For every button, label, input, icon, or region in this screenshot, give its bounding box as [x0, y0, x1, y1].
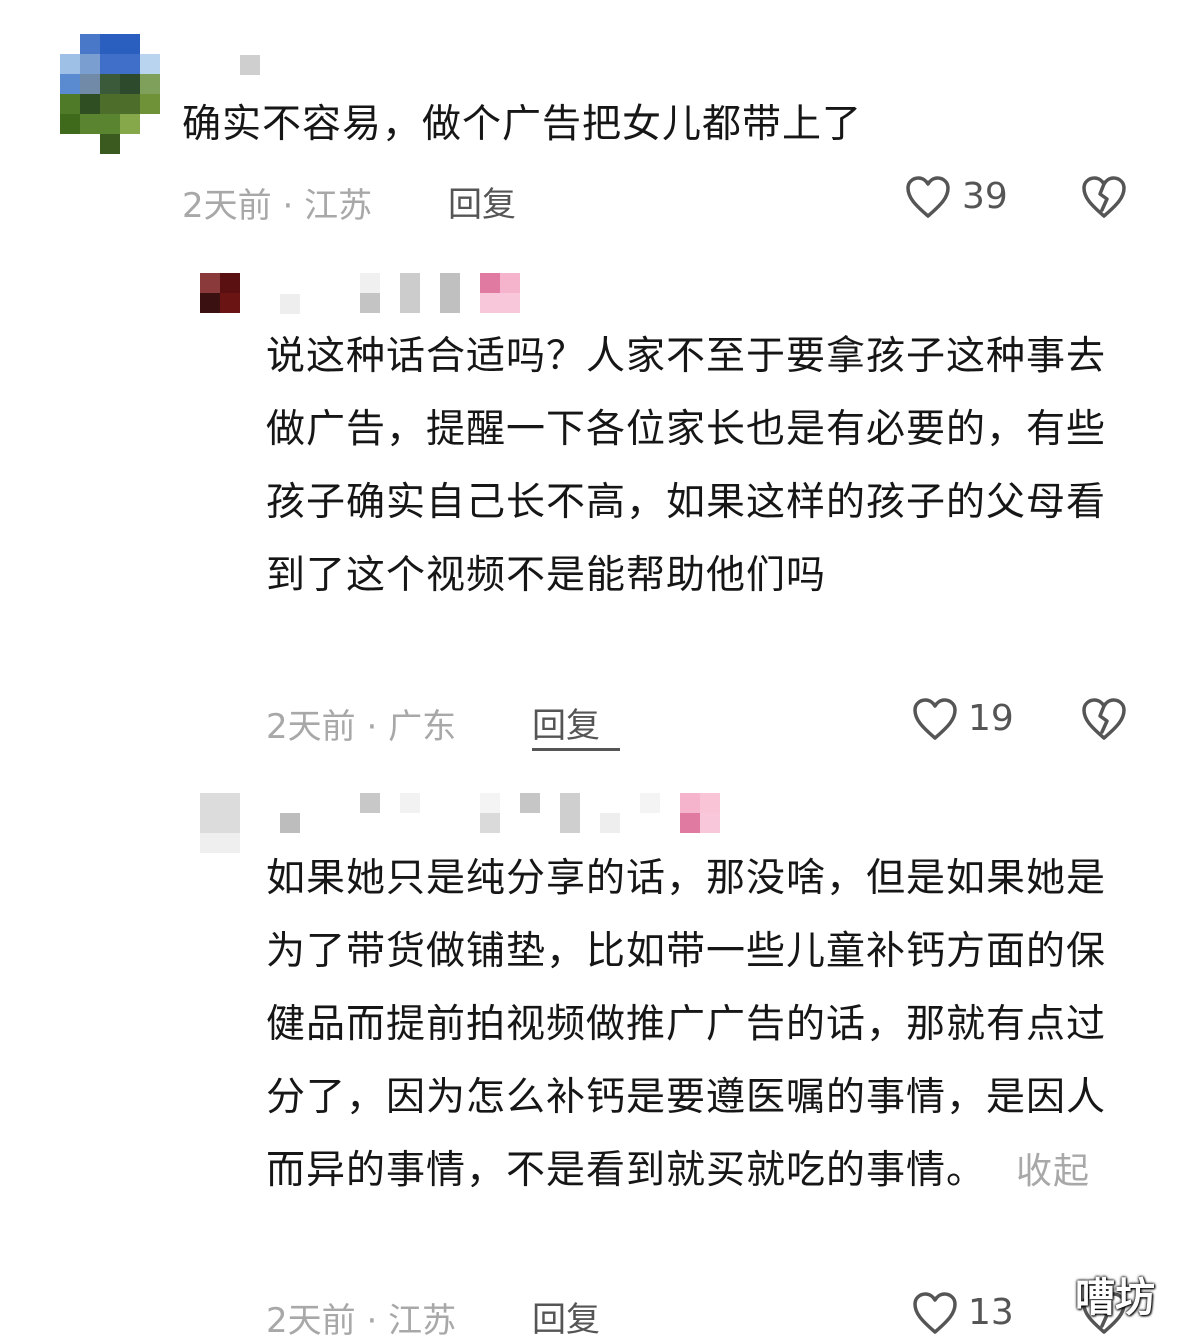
collapse-button[interactable]: 收起: [1016, 1151, 1090, 1192]
comment-text: 确实不容易，做个广告把女儿都带上了: [182, 102, 863, 147]
comment-meta: 2天前 · 广东: [266, 699, 456, 748]
avatar[interactable]: [60, 34, 160, 154]
like-count: 19: [968, 698, 1014, 739]
username-mosaic[interactable]: [240, 55, 260, 75]
comment-time: 2天前: [266, 1301, 356, 1341]
reply-underline: [532, 748, 620, 751]
comment-meta: 2天前 · 江苏: [266, 1293, 456, 1342]
heart-outline-icon[interactable]: [911, 1290, 959, 1336]
comment-location: 广东: [388, 707, 457, 747]
comment-meta: 2天前 · 江苏: [182, 178, 372, 227]
heart-outline-icon[interactable]: [911, 696, 959, 742]
heart-outline-icon[interactable]: [904, 174, 952, 220]
comment-time: 2天前: [266, 707, 356, 747]
reply-button[interactable]: 回复: [448, 177, 516, 226]
comment-location: 江苏: [304, 186, 373, 226]
comment-text: 说这种话合适吗？人家不至于要拿孩子这种事去做广告，提醒一下各位家长也是有必要的，…: [266, 334, 1107, 598]
meta-separator: ·: [366, 1301, 378, 1341]
comment-text: 如果她只是纯分享的话，那没啥，但是如果她是为了带货做铺垫，比如带一些儿童补钙方面…: [266, 842, 1136, 1208]
avatar[interactable]: [200, 273, 240, 313]
comment-time: 2天前: [182, 186, 272, 226]
like-count: 39: [962, 176, 1008, 217]
broken-heart-icon[interactable]: [1080, 696, 1128, 742]
meta-separator: ·: [366, 707, 378, 747]
reply-button[interactable]: 回复: [532, 698, 600, 747]
meta-separator: ·: [282, 186, 294, 226]
broken-heart-icon[interactable]: [1080, 174, 1128, 220]
watermark: 嘈坊: [1075, 1275, 1155, 1321]
avatar[interactable]: [200, 793, 240, 853]
comment-body: 如果她只是纯分享的话，那没啥，但是如果她是为了带货做铺垫，比如带一些儿童补钙方面…: [266, 856, 1107, 1193]
reply-button[interactable]: 回复: [532, 1292, 600, 1341]
comment-location: 江苏: [388, 1301, 457, 1341]
like-count: 13: [968, 1292, 1014, 1333]
